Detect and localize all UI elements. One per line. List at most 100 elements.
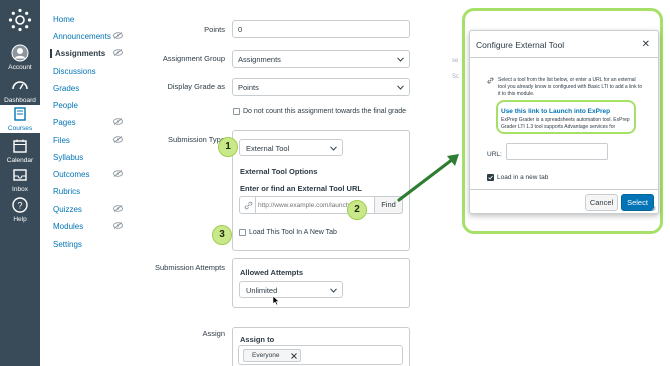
display-grade-select[interactable]: Points xyxy=(232,78,410,96)
course-nav-settings[interactable]: Settings xyxy=(53,240,82,249)
course-nav-people[interactable]: People xyxy=(53,101,78,110)
background-ghost-mark: Sc xyxy=(452,74,460,80)
chevron-down-icon xyxy=(330,146,337,151)
course-nav-announcements[interactable]: Announcements xyxy=(53,32,111,41)
close-icon[interactable]: ✕ xyxy=(642,39,650,50)
check-icon xyxy=(488,175,493,180)
course-nav-grades[interactable]: Grades xyxy=(53,84,79,93)
hidden-eye-icon xyxy=(113,205,123,212)
course-nav-discussions[interactable]: Discussions xyxy=(53,67,96,76)
external-tool-options-heading: External Tool Options xyxy=(240,167,318,176)
configure-external-tool-dialog: Configure External Tool ✕ Select a tool … xyxy=(469,30,659,214)
course-nav-syllabus[interactable]: Syllabus xyxy=(53,153,83,162)
nav-help[interactable]: ? Help xyxy=(0,196,40,226)
dashboard-icon xyxy=(12,81,28,90)
submission-type-label: Submission Type xyxy=(168,135,225,144)
courses-icon xyxy=(14,107,26,121)
display-grade-value: Points xyxy=(238,83,259,92)
nav-dashboard-label: Dashboard xyxy=(4,97,36,104)
allowed-attempts-select[interactable]: Unlimited xyxy=(239,281,343,298)
account-icon xyxy=(11,44,29,62)
mouse-cursor-icon xyxy=(272,295,280,306)
assignment-group-select[interactable]: Assignments xyxy=(232,50,410,68)
chevron-down-icon xyxy=(397,57,404,62)
exprep-tool-description: ExPrep Grader is a spreadsheets automati… xyxy=(501,117,630,130)
help-icon: ? xyxy=(12,197,28,213)
final-grade-checkbox[interactable] xyxy=(233,108,240,115)
assign-to-heading: Assign to xyxy=(240,335,275,344)
external-tool-url-input[interactable] xyxy=(258,199,358,211)
external-tool-url-heading: Enter or find an External Tool URL xyxy=(240,184,362,193)
load-new-tab-checkbox[interactable] xyxy=(487,174,494,181)
allowed-attempts-heading: Allowed Attempts xyxy=(240,268,304,277)
exprep-launch-link[interactable]: Use this link to Launch into ExPrep xyxy=(501,108,610,115)
external-tool-url-group: Find xyxy=(239,196,403,214)
background-ghost-mark: se xyxy=(452,58,459,64)
nav-account-label: Account xyxy=(8,64,32,71)
assignee-chip-label: Everyone xyxy=(252,352,280,359)
nav-dashboard[interactable]: Dashboard xyxy=(0,77,40,107)
dialog-header-divider xyxy=(470,57,658,58)
new-tab-checkbox[interactable] xyxy=(239,229,246,236)
url-divider xyxy=(255,197,256,213)
dialog-title: Configure External Tool xyxy=(476,40,565,50)
final-grade-label: Do not count this assignment towards the… xyxy=(243,108,407,115)
nav-calendar[interactable]: Calendar xyxy=(0,137,40,167)
assign-label: Assign xyxy=(202,329,225,338)
remove-icon[interactable] xyxy=(291,353,297,359)
nav-account[interactable]: Account xyxy=(0,44,40,74)
canvas-logo-icon[interactable] xyxy=(8,8,32,32)
cancel-button[interactable]: Cancel xyxy=(585,194,618,211)
url-label: URL: xyxy=(487,151,502,158)
calendar-icon xyxy=(13,139,27,153)
link-icon xyxy=(244,201,253,210)
course-nav: Home Announcements Assignments Discussio… xyxy=(40,0,140,366)
svg-text:?: ? xyxy=(17,201,22,211)
course-nav-home[interactable]: Home xyxy=(53,15,74,24)
dialog-footer-divider xyxy=(470,189,658,190)
load-new-tab-label: Load in a new tab xyxy=(497,174,549,181)
step-2-marker: 2 xyxy=(347,200,367,220)
hidden-eye-icon xyxy=(113,170,123,177)
url-input[interactable] xyxy=(506,143,608,160)
hidden-eye-icon xyxy=(113,32,123,39)
hidden-eye-icon xyxy=(113,118,123,125)
assignment-group-label: Assignment Group xyxy=(162,54,225,63)
submission-type-value: External Tool xyxy=(246,144,290,153)
hidden-eye-icon xyxy=(113,222,123,229)
allowed-attempts-value: Unlimited xyxy=(246,286,278,295)
nav-courses-label: Courses xyxy=(7,125,33,132)
nav-help-label: Help xyxy=(13,216,27,223)
step-1-marker: 1 xyxy=(218,137,238,157)
course-nav-quizzes[interactable]: Quizzes xyxy=(53,205,82,214)
global-nav: Account Dashboard Courses Calendar Inbox… xyxy=(0,0,40,366)
resize-handle-icon[interactable] xyxy=(651,206,656,211)
select-button[interactable]: Select xyxy=(621,194,654,211)
submission-type-select[interactable]: External Tool xyxy=(239,139,343,156)
step-3-marker: 3 xyxy=(212,225,232,245)
assign-to-input[interactable]: Everyone xyxy=(238,345,403,365)
display-grade-label: Display Grade as xyxy=(167,82,225,91)
link-icon xyxy=(487,77,494,84)
hidden-eye-icon xyxy=(113,136,123,143)
course-nav-outcomes[interactable]: Outcomes xyxy=(53,170,89,179)
points-label: Points xyxy=(204,25,225,34)
hidden-eye-icon xyxy=(113,49,123,56)
assignee-chip[interactable]: Everyone xyxy=(243,349,301,362)
nav-inbox[interactable]: Inbox xyxy=(0,166,40,196)
course-nav-pages[interactable]: Pages xyxy=(53,118,76,127)
pointer-arrow xyxy=(397,154,459,202)
dialog-instructions: Select a tool from the list below, or en… xyxy=(498,77,643,97)
chevron-down-icon xyxy=(397,85,404,90)
nav-courses[interactable]: Courses xyxy=(0,105,40,133)
nav-inbox-label: Inbox xyxy=(12,186,28,193)
course-nav-modules[interactable]: Modules xyxy=(53,222,83,231)
points-value: 0 xyxy=(238,25,243,34)
course-nav-files[interactable]: Files xyxy=(53,136,70,145)
course-nav-assignments[interactable]: Assignments xyxy=(50,49,105,58)
inbox-icon xyxy=(13,169,27,181)
course-nav-rubrics[interactable]: Rubrics xyxy=(53,187,80,196)
assignment-group-value: Assignments xyxy=(238,55,281,64)
points-input[interactable]: 0 xyxy=(232,20,410,38)
chevron-down-icon xyxy=(330,288,337,293)
